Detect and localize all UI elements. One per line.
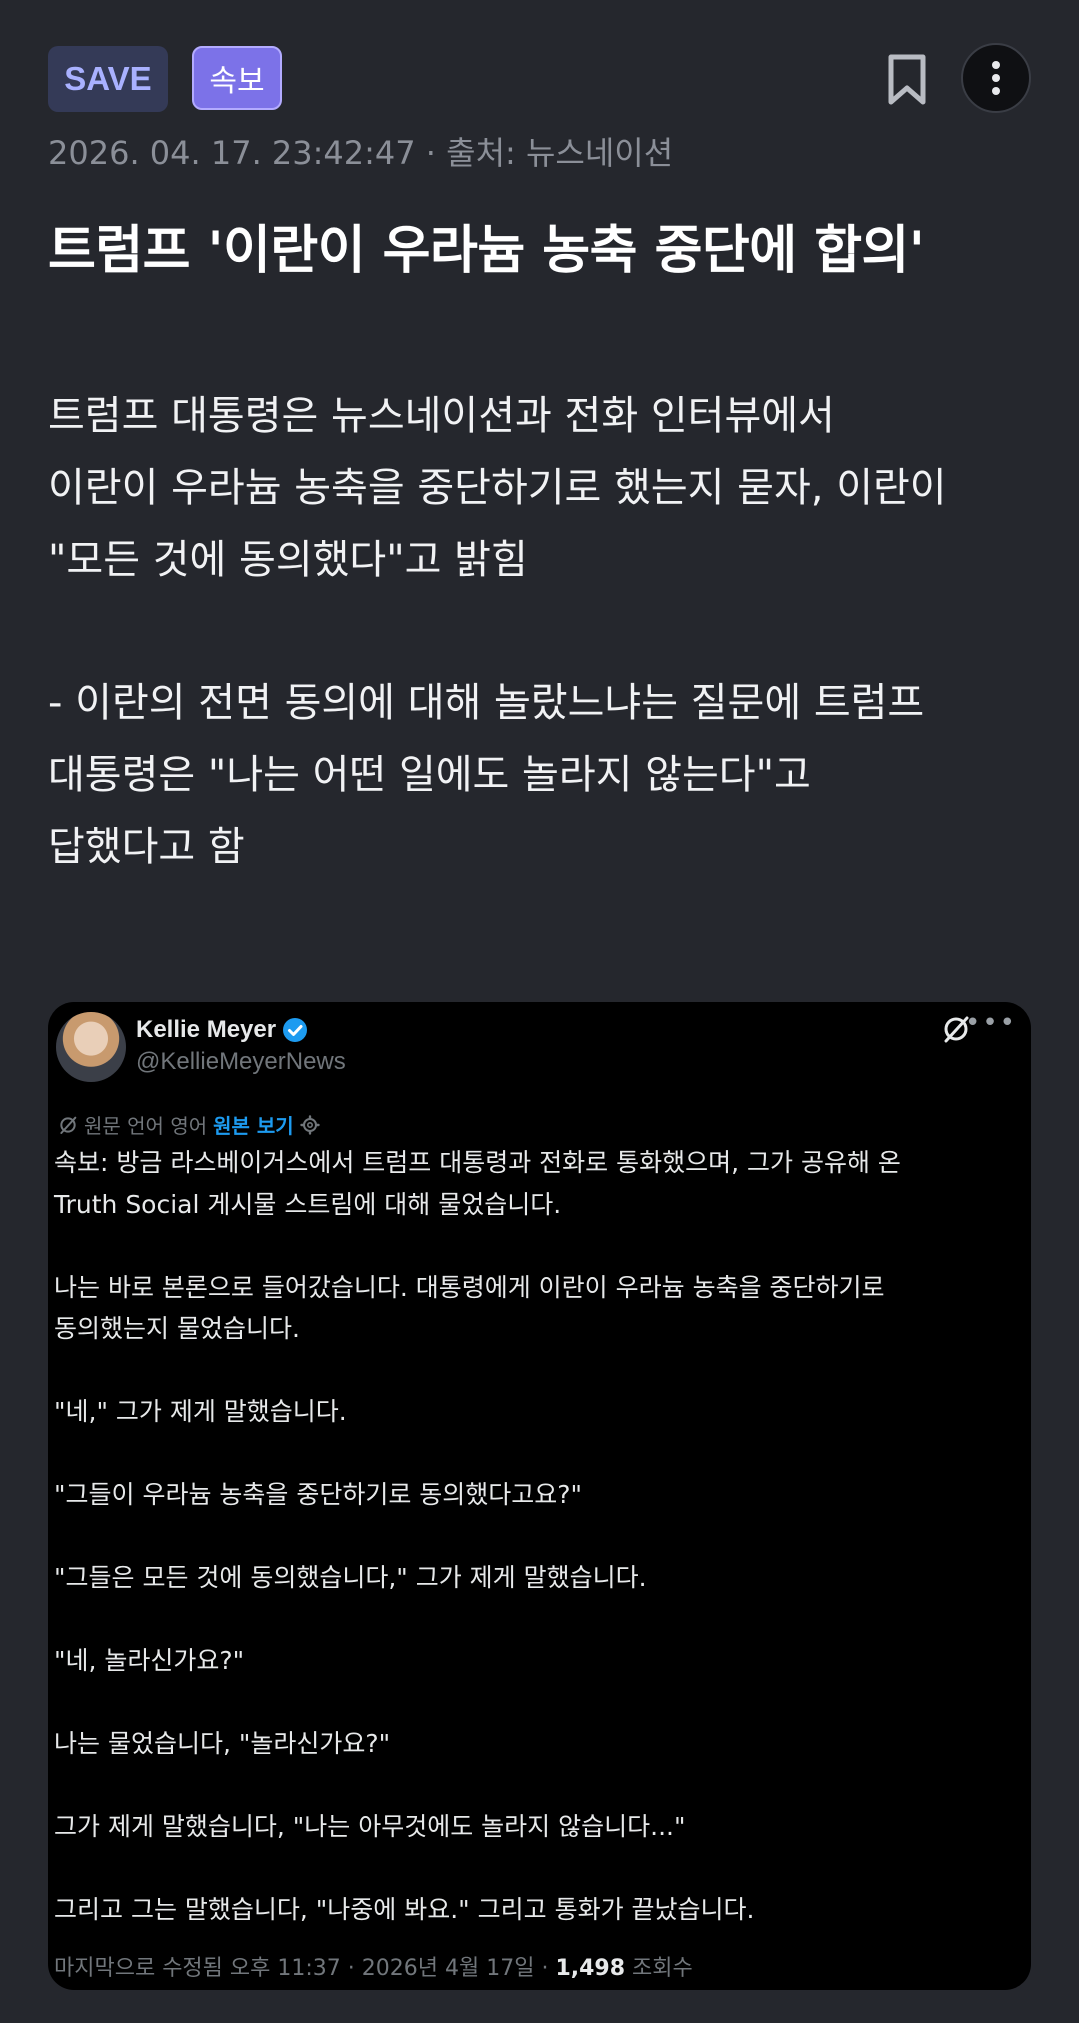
tweet-line (54, 1225, 1024, 1267)
vertical-dots-icon (992, 61, 1000, 95)
tweet-view-count: 1,498 (555, 1956, 626, 1981)
more-options-button[interactable] (961, 43, 1031, 113)
tweet-line: 그리고 그는 말했습니다, "나중에 봐요." 그리고 통화가 끝났습니다. (54, 1895, 755, 1924)
bookmark-icon[interactable] (887, 54, 927, 106)
tweet-line (54, 1350, 1024, 1392)
tweet-text: 속보: 방금 라스베이거스에서 트럼프 대통령과 전화로 통화했으며, 그가 공… (54, 1142, 1024, 1931)
paragraph-line: 대통령은 "나는 어떤 일에도 놀라지 않는다"고 (48, 752, 811, 798)
tweet-line (54, 1848, 1024, 1890)
tweet-line: "네," 그가 제게 말했습니다. (54, 1397, 347, 1426)
tweet-line (54, 1599, 1024, 1641)
article-datetime: 2026. 04. 17. 23:42:47 (48, 134, 416, 172)
show-original-link[interactable]: 원본 보기 (213, 1110, 294, 1139)
tweet-line (54, 1765, 1024, 1807)
paragraph-line: 답했다고 함 (48, 824, 245, 870)
embedded-tweet[interactable]: Kellie Meyer @KellieMeyerNews ••• 원문 언어 … (48, 1002, 1031, 1990)
paragraph-line: 트럼프 대통령은 뉴스네이션과 전화 인터뷰에서 (48, 393, 835, 439)
tweet-line (54, 1516, 1024, 1558)
tweet-line: "그들이 우라늄 농축을 중단하기로 동의했다고요?" (54, 1480, 583, 1509)
tweet-author-label: Kellie Meyer (136, 1016, 277, 1043)
article-toolbar: SAVE 속보 (48, 43, 1031, 114)
tweet-footer: 마지막으로 수정됨 오후 11:37 · 2026년 4월 17일 · 1,49… (54, 1950, 693, 1982)
avatar[interactable] (56, 1012, 126, 1082)
translation-note: 원문 언어 영어 (84, 1114, 208, 1138)
article-meta: 2026. 04. 17. 23:42:47 · 출처: 뉴스네이션 (48, 128, 673, 174)
tweet-edited-timestamp[interactable]: 마지막으로 수정됨 오후 11:37 · 2026년 4월 17일 · (54, 1956, 548, 1981)
translate-icon (60, 1116, 77, 1134)
breaking-news-badge: 속보 (192, 46, 282, 110)
tweet-line: 동의했는지 물었습니다. (54, 1314, 300, 1343)
paragraph-line: - 이란의 전면 동의에 대해 놀랐느냐는 질문에 트럼프 (48, 680, 925, 726)
article-source: 출처: 뉴스네이션 (446, 134, 674, 172)
tweet-line: 속보: 방금 라스베이거스에서 트럼프 대통령과 전화로 통화했으며, 그가 공… (54, 1148, 901, 1177)
tweet-line: 그가 제게 말했습니다, "나는 아무것에도 놀라지 않습니다..." (54, 1812, 686, 1841)
article-headline: 트럼프 '이란이 우라늄 농축 중단에 합의' (48, 221, 925, 281)
tweet-line (54, 1433, 1024, 1475)
tweet-author-handle[interactable]: @KellieMeyerNews (136, 1048, 346, 1076)
tweet-line (54, 1682, 1024, 1724)
translation-row: 원문 언어 영어 원본 보기 (58, 1110, 320, 1139)
tweet-line: Truth Social 게시물 스트림에 대해 물었습니다. (54, 1189, 562, 1219)
tweet-line: "그들은 모든 것에 동의했습니다," 그가 제게 말했습니다. (54, 1563, 647, 1592)
tweet-view-label: 조회수 (632, 1956, 693, 1981)
paragraph-line: 이란이 우라늄 농축을 중단하기로 했는지 묻자, 이란이 (48, 465, 947, 511)
tweet-line: 나는 물었습니다, "놀라신가요?" (54, 1729, 391, 1758)
tweet-author-name[interactable]: Kellie Meyer (136, 1016, 308, 1044)
meta-separator: · (425, 134, 436, 172)
gear-icon[interactable] (300, 1114, 320, 1135)
tweet-line: 나는 바로 본론으로 들어갔습니다. 대통령에게 이란이 우라늄 농축을 중단하… (54, 1272, 885, 1302)
article-paragraph: 트럼프 대통령은 뉴스네이션과 전화 인터뷰에서 이란이 우라늄 농축을 중단하… (48, 380, 1048, 596)
verified-badge-icon (283, 1018, 308, 1042)
tweet-line: "네, 놀라신가요?" (54, 1646, 245, 1675)
save-badge[interactable]: SAVE (48, 46, 168, 112)
paragraph-line: "모든 것에 동의했다"고 밝힘 (48, 537, 528, 583)
tweet-more-icon[interactable]: ••• (965, 1008, 1017, 1038)
article-paragraph: - 이란의 전면 동의에 대해 놀랐느냐는 질문에 트럼프 대통령은 "나는 어… (48, 667, 1048, 883)
